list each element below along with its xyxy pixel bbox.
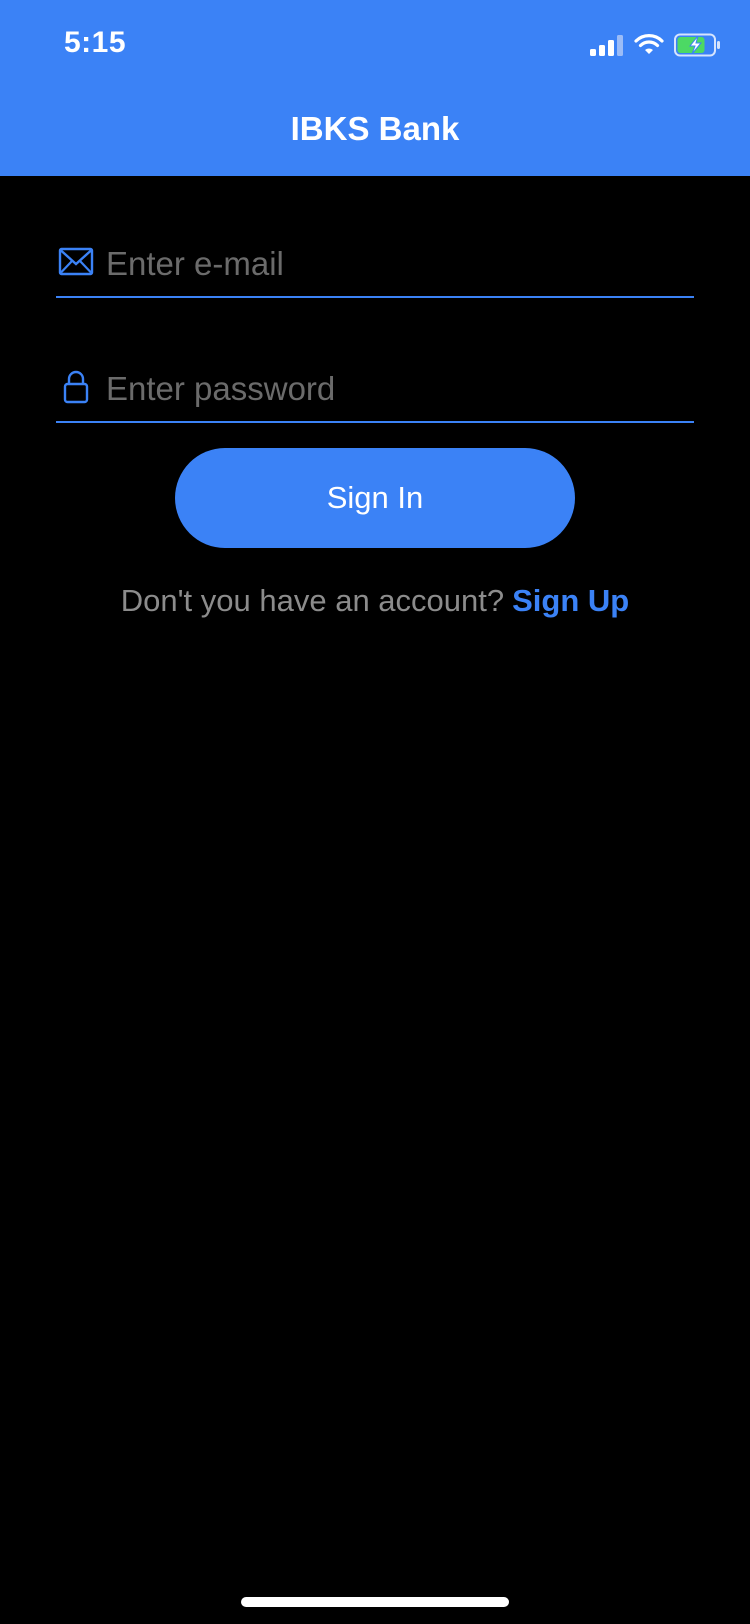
signup-prompt: Don't you have an account? bbox=[120, 583, 505, 618]
sign-in-button[interactable]: Sign In bbox=[175, 448, 575, 548]
sign-up-link[interactable]: Sign Up bbox=[512, 583, 629, 618]
password-field bbox=[56, 359, 694, 423]
app-header: 5:15 IBKS Bank bbox=[0, 0, 750, 176]
status-time: 5:15 bbox=[64, 26, 127, 59]
lock-icon bbox=[63, 370, 89, 404]
status-icons bbox=[590, 30, 722, 60]
mail-icon bbox=[58, 247, 94, 276]
home-indicator[interactable] bbox=[241, 1597, 509, 1607]
wifi-icon bbox=[634, 34, 664, 54]
page-title: IBKS Bank bbox=[290, 110, 460, 147]
login-screen: 5:15 IBKS Bank Enter e-mail Sign In Don'… bbox=[0, 0, 750, 1624]
signup-row: Don't you have an account? Sign Up bbox=[0, 583, 750, 619]
password-input[interactable] bbox=[106, 359, 686, 419]
email-field bbox=[56, 234, 694, 298]
signal-icon bbox=[590, 35, 623, 56]
email-input[interactable] bbox=[106, 234, 686, 294]
battery-charging-icon bbox=[674, 33, 720, 57]
